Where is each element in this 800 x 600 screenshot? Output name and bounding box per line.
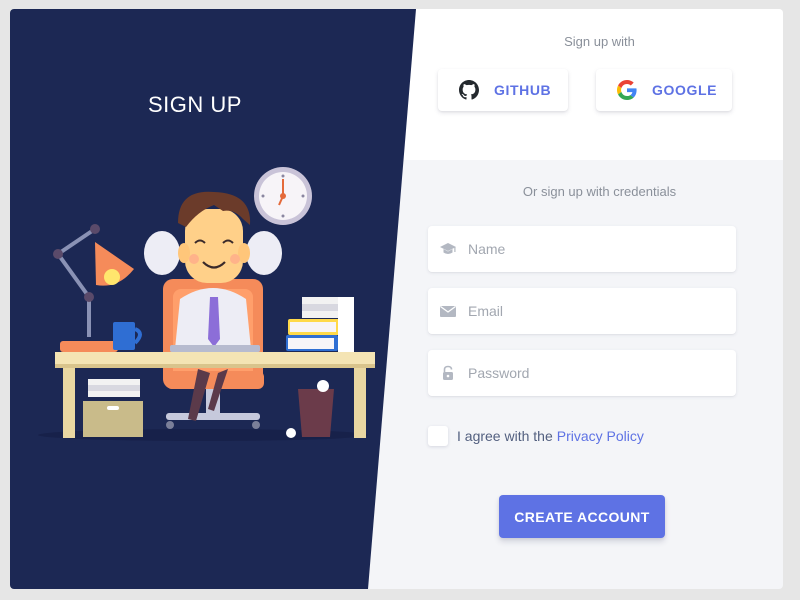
- graduation-cap-icon: [440, 243, 456, 254]
- signup-title: SIGN UP: [148, 92, 242, 117]
- agree-text: I agree with the: [457, 428, 553, 444]
- lock-icon: [443, 365, 453, 380]
- google-button-label: GOOGLE: [652, 82, 718, 98]
- email-field[interactable]: [428, 288, 736, 334]
- envelope-icon: [440, 305, 456, 317]
- password-input[interactable]: [468, 365, 718, 381]
- github-button-label: GITHUB: [494, 82, 552, 98]
- google-button[interactable]: GOOGLE: [596, 69, 732, 111]
- github-button[interactable]: GITHUB: [438, 69, 568, 111]
- email-input[interactable]: [468, 303, 718, 319]
- name-input[interactable]: [468, 241, 718, 257]
- privacy-policy-link[interactable]: Privacy Policy: [557, 428, 644, 444]
- signup-card: SIGN UP Sign up with GITHUB GOOGLE Or si…: [10, 9, 783, 589]
- signup-with-heading: Sign up with: [564, 34, 635, 49]
- github-icon: [459, 80, 479, 100]
- agree-checkbox[interactable]: [428, 426, 448, 446]
- name-field[interactable]: [428, 226, 736, 272]
- password-field[interactable]: [428, 350, 736, 396]
- credentials-heading: Or sign up with credentials: [522, 184, 677, 199]
- privacy-agreement: I agree with the Privacy Policy: [428, 426, 644, 446]
- desk-illustration: [38, 167, 375, 441]
- create-account-button[interactable]: CREATE ACCOUNT: [499, 495, 665, 538]
- google-icon: [617, 80, 637, 100]
- clock-icon: [254, 167, 312, 225]
